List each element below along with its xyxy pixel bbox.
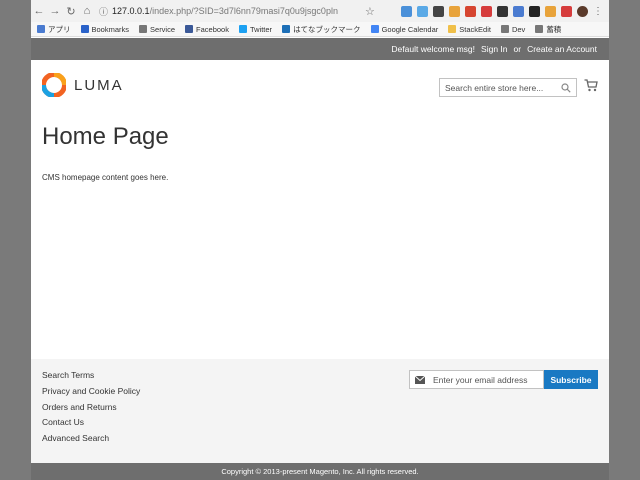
url-field[interactable]: ⓘ 127.0.0.1/index.php/?SID=3d7l6nn79masi… bbox=[99, 5, 359, 18]
extension-icon[interactable] bbox=[465, 5, 476, 17]
extension-icon[interactable] bbox=[513, 5, 524, 17]
extension-icon[interactable] bbox=[529, 5, 540, 17]
search-input[interactable]: Search entire store here... bbox=[439, 78, 577, 97]
extension-icon[interactable] bbox=[433, 5, 444, 17]
cart-icon[interactable] bbox=[584, 79, 598, 92]
extension-icon[interactable] bbox=[417, 5, 428, 17]
newsletter-form: Enter your email address Subscribe bbox=[409, 370, 598, 389]
extension-icon[interactable] bbox=[481, 5, 492, 17]
envelope-icon bbox=[415, 375, 425, 384]
bookmark-icon bbox=[370, 25, 379, 33]
bookmark-item[interactable]: Bookmarks bbox=[80, 25, 129, 34]
bookmark-icon bbox=[185, 25, 194, 33]
or-text: or bbox=[513, 44, 522, 54]
home-icon[interactable]: ⌂ bbox=[79, 5, 95, 17]
bookmark-icon bbox=[535, 25, 544, 33]
footer-link-advanced-search[interactable]: Advanced Search bbox=[42, 433, 109, 443]
newsletter-email-input[interactable]: Enter your email address bbox=[409, 370, 544, 389]
bookmark-icon bbox=[80, 25, 89, 33]
sign-in-link[interactable]: Sign In bbox=[481, 44, 507, 54]
bookmark-icon bbox=[238, 25, 247, 33]
footer-link-search-terms[interactable]: Search Terms bbox=[42, 370, 94, 380]
header-panel: Default welcome msg! Sign In or Create a… bbox=[31, 38, 609, 60]
info-icon[interactable]: ⓘ bbox=[99, 5, 108, 18]
bookmark-item[interactable]: 蓄積 bbox=[535, 24, 561, 35]
bookmark-icon bbox=[448, 25, 457, 33]
bookmark-icon bbox=[282, 25, 291, 33]
create-account-link[interactable]: Create an Account bbox=[527, 44, 597, 54]
bookmarks-bar: アプリ Bookmarks Service Facebook Twitter は… bbox=[31, 22, 609, 37]
back-arrow-icon[interactable]: ← bbox=[31, 5, 47, 17]
extension-icon[interactable] bbox=[561, 5, 572, 17]
bookmark-item[interactable]: Service bbox=[139, 25, 175, 34]
page-title: Home Page bbox=[42, 123, 169, 150]
extension-icon[interactable] bbox=[497, 5, 508, 17]
profile-avatar-icon[interactable] bbox=[577, 5, 588, 17]
bookmark-icon bbox=[37, 25, 45, 33]
bookmark-item[interactable]: Twitter bbox=[238, 25, 272, 34]
footer-link-orders-returns[interactable]: Orders and Returns bbox=[42, 402, 117, 412]
bookmark-item[interactable]: StackEdit bbox=[448, 25, 491, 34]
bookmark-item[interactable]: アプリ bbox=[37, 24, 71, 35]
bookmark-star-icon[interactable]: ☆ bbox=[365, 5, 375, 18]
extension-icon[interactable] bbox=[545, 5, 556, 17]
browser-window: ← → ↻ ⌂ ⓘ 127.0.0.1/index.php/?SID=3d7l6… bbox=[31, 0, 609, 480]
search-placeholder: Search entire store here... bbox=[445, 82, 544, 93]
cms-content: CMS homepage content goes here. bbox=[42, 173, 169, 182]
welcome-message: Default welcome msg! bbox=[391, 44, 476, 54]
bookmark-icon bbox=[139, 25, 148, 33]
url-path: /index.php/?SID=3d7l6nn79masi7q0u9jsgc0p… bbox=[149, 6, 338, 16]
forward-arrow-icon[interactable]: → bbox=[47, 5, 63, 17]
bookmark-item[interactable]: Google Calendar bbox=[370, 25, 438, 34]
menu-icon[interactable]: ⋮ bbox=[593, 6, 603, 17]
bookmark-item[interactable]: Facebook bbox=[185, 25, 229, 34]
footer-link-contact[interactable]: Contact Us bbox=[42, 417, 84, 427]
magnifier-icon[interactable] bbox=[561, 82, 571, 93]
subscribe-button[interactable]: Subscribe bbox=[544, 370, 598, 389]
copyright: Copyright © 2013-present Magento, Inc. A… bbox=[31, 463, 609, 480]
bookmark-item[interactable]: はてなブックマーク bbox=[282, 24, 361, 35]
footer-link-privacy[interactable]: Privacy and Cookie Policy bbox=[42, 386, 140, 396]
luma-logo[interactable]: LUMA bbox=[42, 73, 124, 97]
extension-icon[interactable] bbox=[449, 5, 460, 17]
newsletter-placeholder: Enter your email address bbox=[433, 374, 528, 385]
bookmark-item[interactable]: Dev bbox=[500, 25, 525, 34]
extension-icon[interactable] bbox=[401, 5, 412, 17]
url-host: 127.0.0.1 bbox=[112, 6, 150, 16]
extensions-area: ⋮ bbox=[401, 5, 609, 17]
address-bar: ← → ↻ ⌂ ⓘ 127.0.0.1/index.php/?SID=3d7l6… bbox=[31, 0, 609, 22]
reload-icon[interactable]: ↻ bbox=[63, 5, 79, 18]
logo-text: LUMA bbox=[74, 76, 124, 94]
luma-logo-icon bbox=[42, 73, 66, 97]
bookmark-icon bbox=[500, 25, 509, 33]
